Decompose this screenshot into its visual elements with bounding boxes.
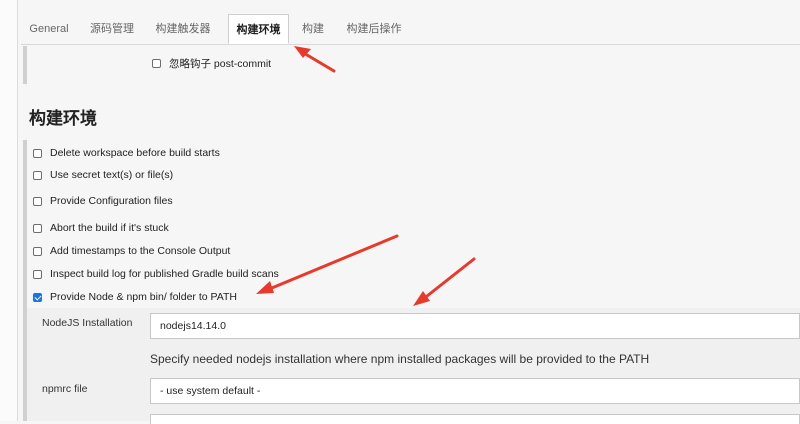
ignore-post-commit-option[interactable]: 忽略钩子 post-commit — [152, 55, 271, 71]
tab-post-build-actions[interactable]: 构建后操作 — [342, 14, 406, 44]
delete-workspace-checkbox[interactable] — [33, 148, 42, 158]
delete-workspace-label: Delete workspace before build starts — [50, 147, 220, 159]
provide-node-label: Provide Node & npm bin/ folder to PATH — [50, 291, 237, 303]
left-rail — [0, 0, 18, 421]
option-delete-workspace[interactable]: Delete workspace before build starts — [33, 145, 220, 161]
nodejs-help-text: Specify needed nodejs installation where… — [150, 352, 650, 366]
nodejs-installation-label: NodeJS Installation — [42, 317, 133, 329]
tab-source-code-management[interactable]: 源码管理 — [86, 14, 138, 44]
add-timestamps-checkbox[interactable] — [33, 246, 42, 256]
tab-build[interactable]: 构建 — [299, 14, 327, 44]
npmrc-file-label: npmrc file — [42, 383, 88, 395]
add-timestamps-label: Add timestamps to the Console Output — [50, 245, 231, 257]
abort-stuck-checkbox[interactable] — [33, 223, 42, 233]
provide-node-checkbox[interactable] — [33, 292, 42, 302]
provide-config-files-checkbox[interactable] — [33, 196, 42, 206]
tab-general[interactable]: General — [26, 14, 72, 44]
arrow-to-provide-node-icon — [256, 234, 399, 294]
arrow-to-tab-icon — [294, 46, 336, 73]
ignore-post-commit-checkbox[interactable] — [152, 58, 161, 68]
option-inspect-gradle[interactable]: Inspect build log for published Gradle b… — [33, 266, 279, 282]
inspect-gradle-checkbox[interactable] — [33, 269, 42, 279]
option-provide-node[interactable]: Provide Node & npm bin/ folder to PATH — [33, 289, 237, 305]
use-secret-checkbox[interactable] — [33, 170, 42, 180]
option-use-secret[interactable]: Use secret text(s) or file(s) — [33, 167, 173, 183]
ignore-post-commit-label: 忽略钩子 post-commit — [169, 57, 272, 70]
next-field-input[interactable] — [150, 414, 800, 424]
option-provide-config-files[interactable]: Provide Configuration files — [33, 193, 173, 209]
nodejs-installation-select[interactable]: nodejs14.14.0 — [150, 313, 800, 339]
option-abort-stuck[interactable]: Abort the build if it's stuck — [33, 220, 169, 236]
tab-build-environment[interactable]: 构建环境 — [228, 14, 289, 44]
config-tabbar: General 源码管理 构建触发器 构建环境 构建 构建后操作 — [21, 14, 800, 45]
tab-build-triggers[interactable]: 构建触发器 — [151, 14, 215, 44]
abort-stuck-label: Abort the build if it's stuck — [50, 222, 169, 234]
inspect-gradle-label: Inspect build log for published Gradle b… — [50, 268, 279, 280]
section-indent-bar — [23, 46, 27, 84]
provide-config-files-label: Provide Configuration files — [50, 195, 173, 207]
use-secret-label: Use secret text(s) or file(s) — [50, 169, 174, 181]
section-title: 构建环境 — [29, 109, 97, 128]
npmrc-file-select[interactable]: - use system default - — [150, 378, 800, 404]
option-add-timestamps[interactable]: Add timestamps to the Console Output — [33, 243, 230, 259]
arrow-to-nodejs-input-icon — [413, 257, 476, 306]
